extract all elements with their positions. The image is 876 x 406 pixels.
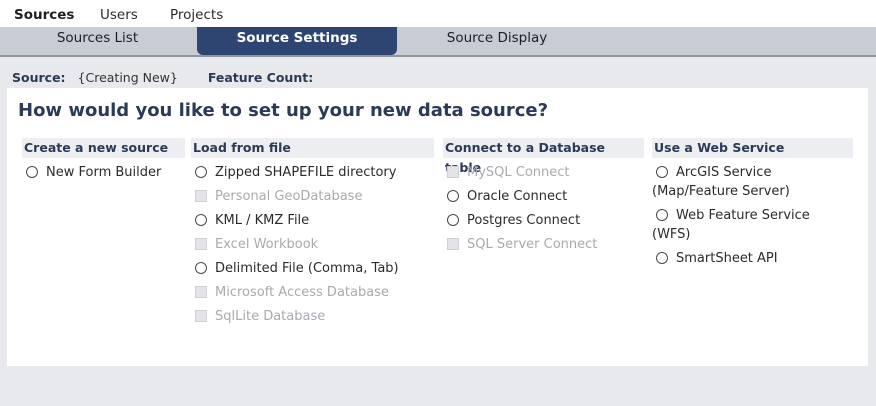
sub-tabs: Sources List Source Settings Source Disp… — [0, 27, 876, 57]
radio-icon[interactable] — [26, 166, 38, 178]
tab-sources-list[interactable]: Sources List — [0, 27, 195, 55]
checkbox-icon — [195, 238, 207, 250]
option-smartsheet-api[interactable]: SmartSheet API — [652, 249, 853, 268]
column-header: Connect to a Database table — [443, 138, 644, 175]
nav-item-users[interactable]: Users — [100, 7, 138, 23]
option-access-database: Microsoft Access Database — [191, 283, 434, 302]
radio-icon[interactable] — [195, 262, 207, 274]
column-header: Use a Web Service — [652, 138, 853, 158]
tab-source-display[interactable]: Source Display — [397, 27, 597, 55]
column-create-new: Create a new source New Form Builder — [22, 138, 185, 182]
nav-item-projects[interactable]: Projects — [170, 7, 223, 23]
option-personal-geodatabase: Personal GeoDatabase — [191, 187, 434, 206]
radio-icon[interactable] — [656, 166, 668, 178]
option-kml-kmz[interactable]: KML / KMZ File — [191, 211, 434, 230]
source-info-bar: Source: {Creating New} Feature Count: — [12, 70, 313, 85]
option-sql-server-connect: SQL Server Connect — [443, 235, 644, 254]
radio-icon[interactable] — [447, 214, 459, 226]
option-delimited-file[interactable]: Delimited File (Comma, Tab) — [191, 259, 434, 278]
checkbox-icon — [447, 166, 459, 178]
column-header: Load from file — [191, 138, 434, 158]
radio-icon[interactable] — [656, 209, 668, 221]
option-mysql-connect: MySQL Connect — [443, 163, 644, 182]
radio-icon[interactable] — [195, 166, 207, 178]
option-web-feature-service[interactable]: Web Feature Service (WFS) — [652, 206, 853, 244]
option-excel-workbook: Excel Workbook — [191, 235, 434, 254]
checkbox-icon — [195, 286, 207, 298]
setup-panel: How would you like to set up your new da… — [7, 88, 868, 366]
radio-icon[interactable] — [195, 214, 207, 226]
feature-count-label: Feature Count: — [207, 70, 314, 85]
option-new-form-builder[interactable]: New Form Builder — [22, 163, 185, 182]
column-header: Create a new source — [22, 138, 185, 158]
tab-source-settings[interactable]: Source Settings — [197, 27, 397, 55]
column-web-service: Use a Web Service ArcGIS Service (Map/Fe… — [652, 138, 853, 268]
page-title: How would you like to set up your new da… — [18, 100, 549, 121]
checkbox-icon — [447, 238, 459, 250]
option-arcgis-service[interactable]: ArcGIS Service (Map/Feature Server) — [652, 163, 853, 201]
radio-icon[interactable] — [656, 252, 668, 264]
option-oracle-connect[interactable]: Oracle Connect — [443, 187, 644, 206]
nav-item-sources[interactable]: Sources — [14, 7, 74, 23]
column-load-from-file: Load from file Zipped SHAPEFILE director… — [191, 138, 434, 326]
top-nav: Sources Users Projects — [0, 0, 876, 27]
radio-icon[interactable] — [447, 190, 459, 202]
checkbox-icon — [195, 190, 207, 202]
source-value: {Creating New} — [77, 70, 178, 85]
option-postgres-connect[interactable]: Postgres Connect — [443, 211, 644, 230]
option-sqllite-database: SqlLite Database — [191, 307, 434, 326]
option-zipped-shapefile[interactable]: Zipped SHAPEFILE directory — [191, 163, 434, 182]
column-connect-database: Connect to a Database table MySQL Connec… — [443, 138, 644, 254]
checkbox-icon — [195, 310, 207, 322]
source-label: Source: — [12, 70, 66, 85]
